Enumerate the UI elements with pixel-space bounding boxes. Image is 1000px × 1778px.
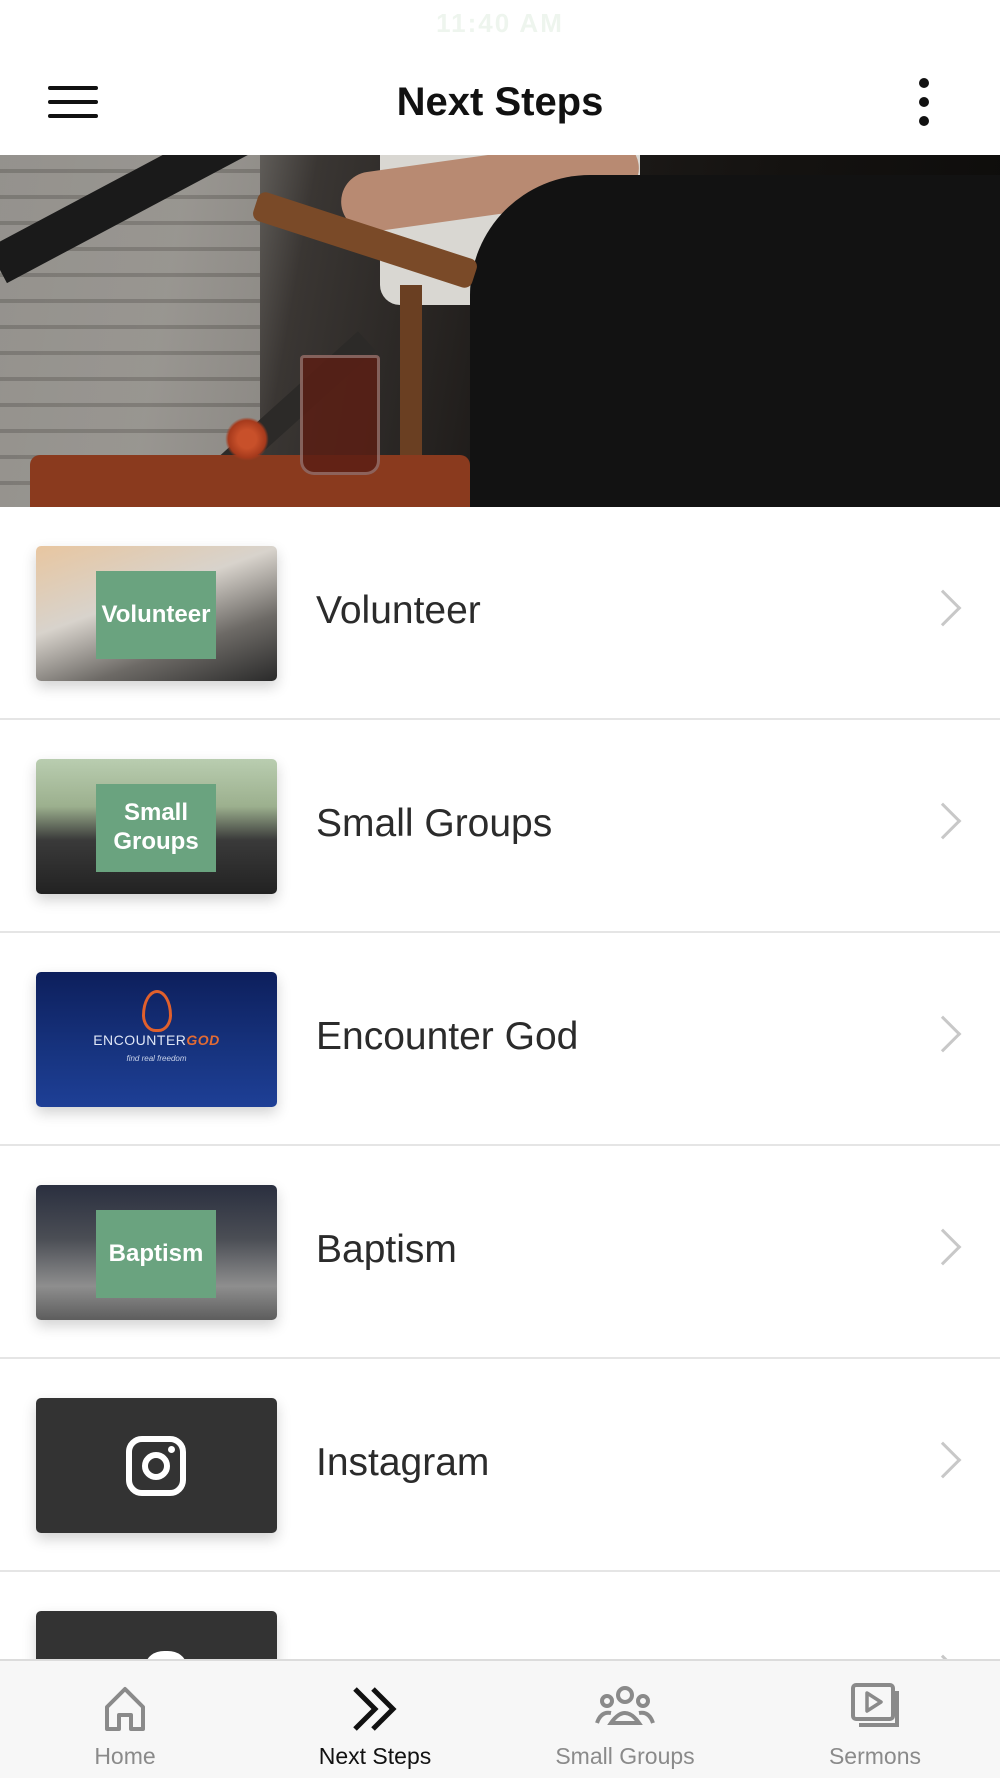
chevron-right-icon: [924, 589, 962, 627]
twitter-icon: [146, 1651, 186, 1659]
list-item-encounter-god[interactable]: ENCOUNTERGOD find real freedom Encounter…: [0, 933, 1000, 1146]
list-item-label: Instagram: [316, 1441, 490, 1484]
video-library-icon: [851, 1683, 899, 1727]
chevron-right-icon: [924, 1015, 962, 1053]
flame-icon: [142, 990, 172, 1032]
list-item-label: Encounter God: [316, 1015, 579, 1058]
thumbnail-tag: Volunteer: [96, 571, 216, 659]
double-chevron-right-icon: [353, 1687, 397, 1731]
tab-sermons[interactable]: Sermons: [750, 1661, 1000, 1778]
logo-tagline: find real freedom: [126, 1054, 187, 1063]
app-header: Next Steps: [0, 50, 1000, 155]
bottom-tab-bar: Home Next Steps Small Groups Sermons: [0, 1659, 1000, 1778]
chevron-right-icon: [924, 802, 962, 840]
list-item-small-groups[interactable]: Small Groups Small Groups: [0, 720, 1000, 933]
hero-image: [0, 155, 1000, 507]
tab-label: Home: [94, 1743, 156, 1769]
tab-next-steps[interactable]: Next Steps: [250, 1661, 500, 1778]
chevron-right-icon: [924, 1228, 962, 1266]
small-groups-thumbnail: Small Groups: [36, 759, 277, 894]
tab-label: Next Steps: [318, 1743, 432, 1769]
encounter-god-logo: ENCOUNTERGOD: [93, 1032, 220, 1048]
page-title: Next Steps: [396, 80, 604, 124]
status-bar: 11:40 AM: [0, 0, 1000, 50]
list-item-volunteer[interactable]: Volunteer Volunteer: [0, 507, 1000, 720]
list-item-label: Small Groups: [316, 802, 553, 845]
volunteer-thumbnail: Volunteer: [36, 546, 277, 681]
encounter-god-thumbnail: ENCOUNTERGOD find real freedom: [36, 972, 277, 1107]
tab-home[interactable]: Home: [0, 1661, 250, 1778]
list-item-label: Volunteer: [316, 589, 481, 632]
thumbnail-tag: Baptism: [96, 1210, 216, 1298]
tab-small-groups[interactable]: Small Groups: [500, 1661, 750, 1778]
tab-label: Sermons: [828, 1743, 922, 1769]
home-icon: [105, 1687, 145, 1731]
next-steps-list: Volunteer Volunteer Small Groups Small G…: [0, 507, 1000, 1659]
instagram-icon: [126, 1436, 186, 1496]
instagram-thumbnail: [36, 1398, 277, 1533]
twitter-thumbnail: [36, 1611, 277, 1659]
more-options-icon[interactable]: [900, 76, 950, 130]
chevron-right-icon: [924, 1441, 962, 1479]
list-item-twitter[interactable]: [0, 1572, 1000, 1659]
tab-label: Small Groups: [555, 1743, 695, 1769]
list-item-instagram[interactable]: Instagram: [0, 1359, 1000, 1572]
status-time: 11:40 AM: [436, 8, 564, 38]
list-item-label: Baptism: [316, 1228, 457, 1271]
thumbnail-tag: Small Groups: [96, 784, 216, 872]
group-icon: [595, 1686, 655, 1725]
list-item-baptism[interactable]: Baptism Baptism: [0, 1146, 1000, 1359]
baptism-thumbnail: Baptism: [36, 1185, 277, 1320]
